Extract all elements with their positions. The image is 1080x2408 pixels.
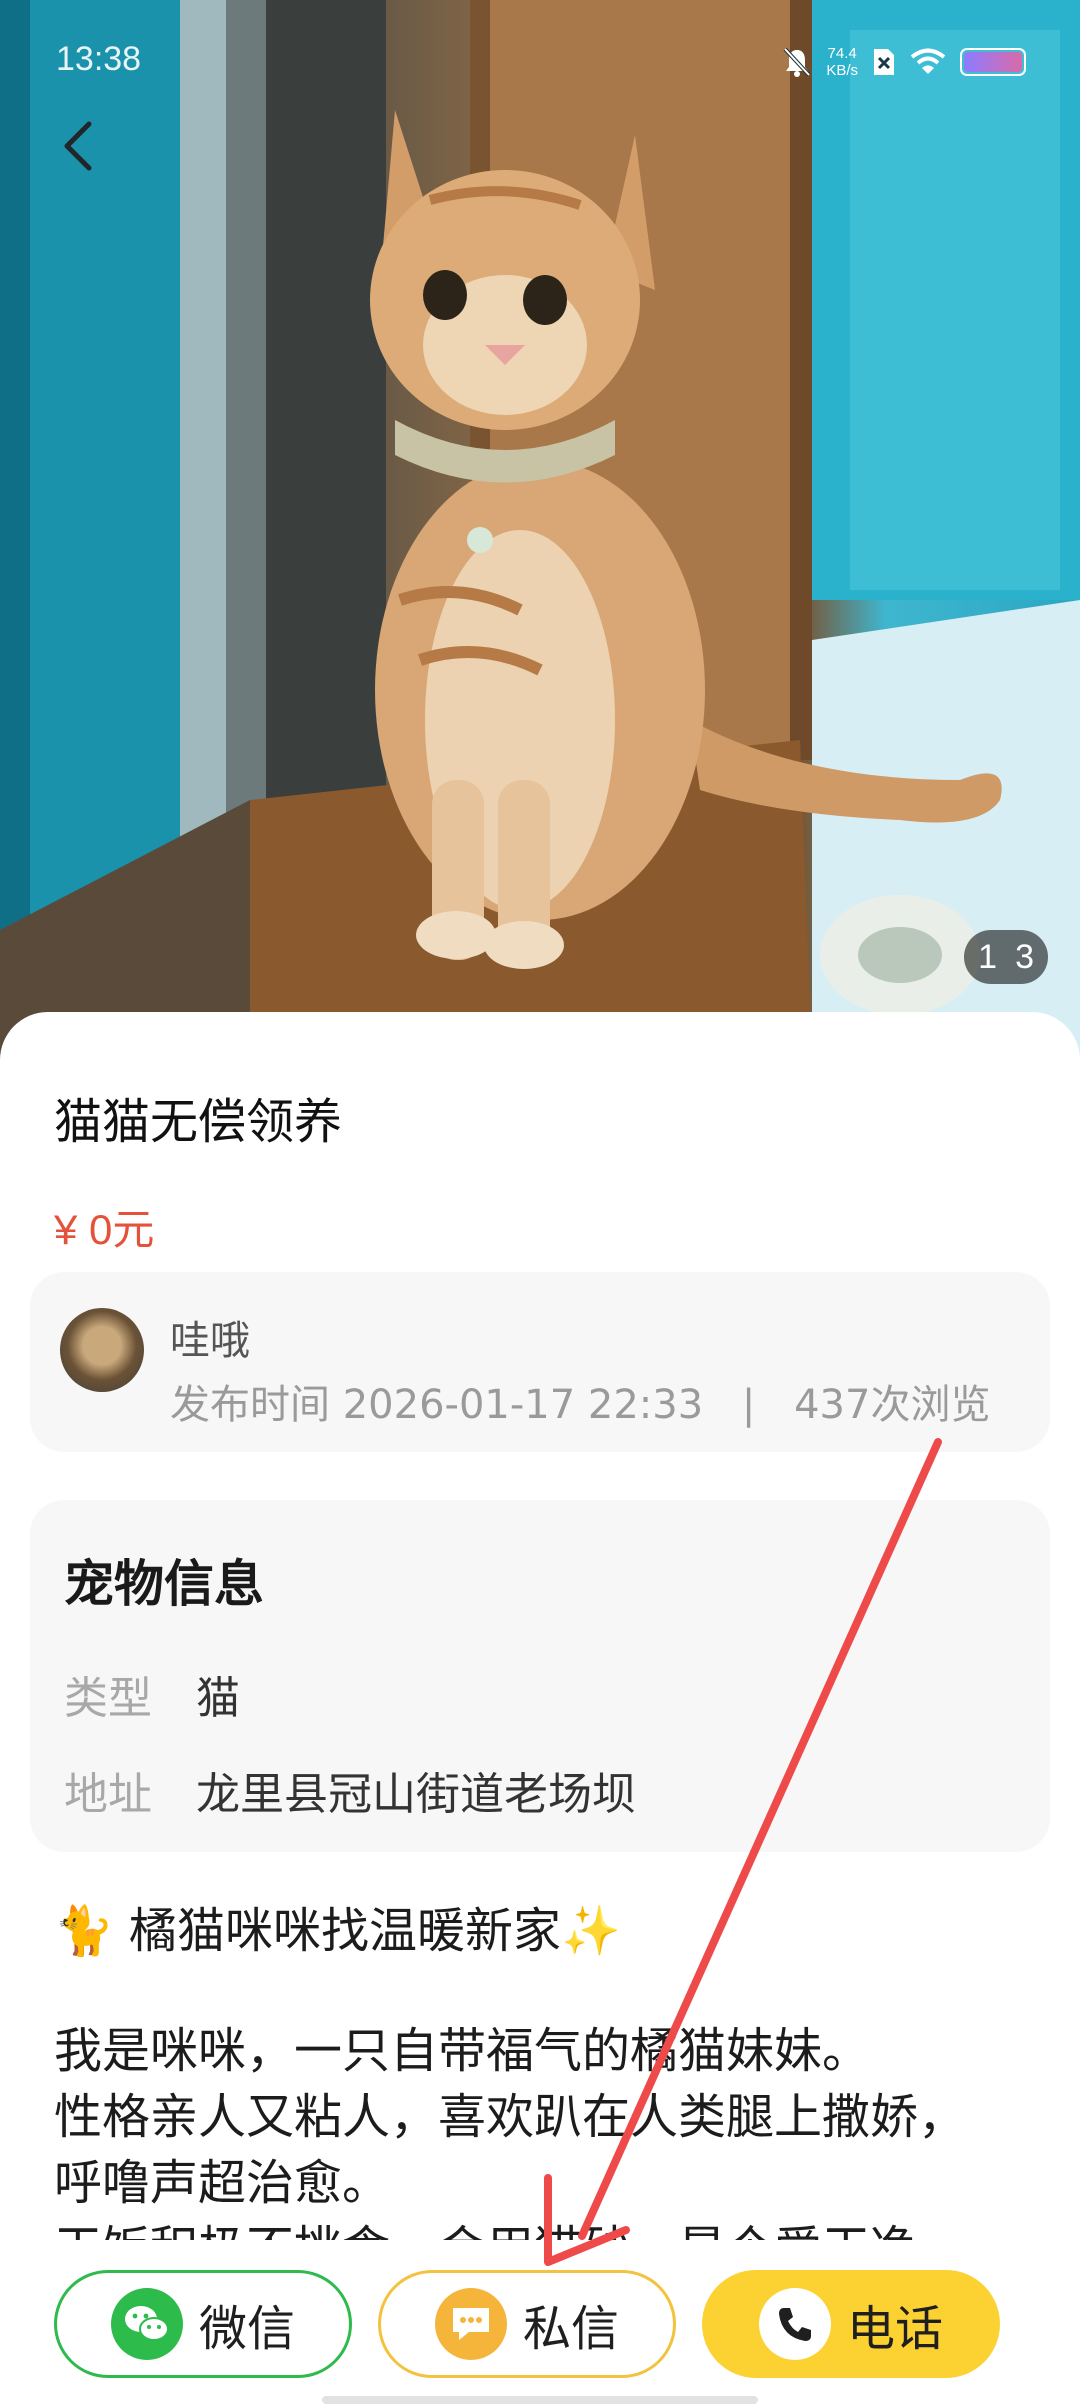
message-button[interactable]: 私信 — [378, 2270, 676, 2378]
pet-type-label: 类型 — [64, 1673, 152, 1724]
chat-bubble-icon — [434, 2288, 507, 2360]
description-headline: 🐈 橘猫咪咪找温暖新家✨ — [54, 1903, 621, 1959]
view-count: 437次浏览 — [794, 1382, 991, 1428]
post-description: 🐈 橘猫咪咪找温暖新家✨ 我是咪咪，一只自带福气的橘猫妹妹。 性格亲人又粘人，喜… — [54, 1898, 1054, 2282]
image-counter-current: 1 — [978, 937, 998, 976]
pet-info-card: 宠物信息 类型 猫 地址 龙里县冠山街道老场坝 — [30, 1500, 1050, 1852]
cat-photo — [0, 0, 1080, 1060]
published-time: 2026-01-17 22:33 — [342, 1382, 704, 1428]
author-card[interactable]: 哇哦 发布时间 2026-01-17 22:33 | 437次浏览 — [30, 1272, 1050, 1452]
message-button-label: 私信 — [522, 2301, 619, 2357]
post-title: 猫猫无偿领养 — [54, 1094, 343, 1150]
wechat-button-label: 微信 — [198, 2301, 295, 2357]
pet-type-value: 猫 — [196, 1673, 240, 1724]
wechat-button[interactable]: 微信 — [54, 2270, 352, 2378]
network-speed-unit: KB/s — [826, 62, 858, 79]
wechat-icon — [110, 2288, 183, 2360]
network-speed: 74.4 KB/s — [826, 45, 858, 79]
description-line: 我是咪咪，一只自带福气的橘猫妹妹。 — [54, 2023, 871, 2079]
network-speed-value: 74.4 — [827, 45, 857, 62]
meta-separator: | — [741, 1382, 756, 1428]
wifi-icon — [910, 48, 946, 74]
image-counter-total: 3 — [1015, 937, 1034, 976]
sim-off-icon — [874, 49, 894, 75]
description-line: 呼噜声超治愈。 — [54, 2155, 391, 2211]
call-button-label: 电话 — [846, 2301, 943, 2357]
back-button[interactable] — [48, 116, 108, 176]
status-time: 13:38 — [56, 40, 142, 78]
published-label: 发布时间 — [170, 1382, 330, 1428]
chevron-left-icon — [64, 121, 92, 171]
bottom-action-bar: 微信 私信 电话 — [0, 2240, 1080, 2408]
post-detail-sheet: 猫猫无偿领养 ¥ 0元 哇哦 发布时间 2026-01-17 22:33 | 4… — [0, 1012, 1080, 2408]
price: ¥ 0元 — [54, 1206, 155, 1253]
image-counter: 1 3 — [964, 930, 1048, 984]
call-button[interactable]: 电话 — [702, 2270, 1000, 2378]
post-meta: 发布时间 2026-01-17 22:33 | 437次浏览 — [170, 1372, 990, 1430]
home-indicator — [322, 2396, 758, 2404]
pet-type-row: 类型 猫 — [64, 1662, 240, 1726]
phone-icon — [758, 2288, 831, 2360]
pet-address-row: 地址 龙里县冠山街道老场坝 — [64, 1758, 636, 1822]
pet-address-label: 地址 — [64, 1769, 152, 1820]
bell-muted-icon — [783, 47, 811, 77]
pet-info-heading: 宠物信息 — [64, 1555, 264, 1613]
author-name: 哇哦 — [170, 1318, 250, 1364]
avatar[interactable] — [60, 1308, 144, 1392]
pet-address-value: 龙里县冠山街道老场坝 — [196, 1769, 636, 1820]
status-bar: 13:38 74.4 KB/s — [0, 0, 1080, 120]
description-line: 性格亲人又粘人，喜欢趴在人类腿上撒娇， — [54, 2089, 967, 2145]
status-icons: 74.4 KB/s — [782, 42, 1026, 82]
battery-icon — [960, 48, 1026, 76]
pet-photo-carousel[interactable]: 13:38 74.4 KB/s 1 3 — [0, 0, 1080, 1060]
